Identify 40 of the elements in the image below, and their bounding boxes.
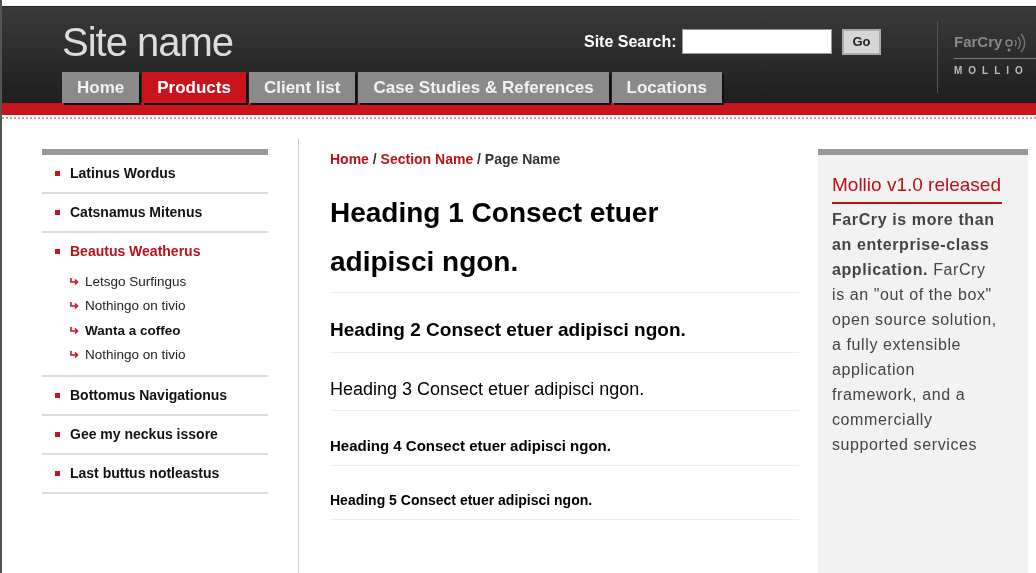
bullet-icon [55, 171, 60, 176]
breadcrumb-current: Page Name [484, 151, 561, 167]
heading: Heading 4 Consect etuer adipisci ngon. [330, 411, 799, 467]
sidebar-subitem[interactable]: Nothingo on tivio [70, 342, 268, 367]
go-button[interactable]: Go [842, 29, 881, 55]
heading: Heading 2 Consect etuer adipisci ngon. [330, 293, 799, 353]
sidebar-subitem[interactable]: Letsgo Surfingus [70, 270, 268, 295]
arrow-icon [70, 350, 79, 359]
site-name: Site name [62, 22, 234, 62]
sidebar-subitem[interactable]: Nothingo on tivio [70, 294, 268, 319]
nav-tab[interactable]: Products [142, 71, 246, 103]
heading: Heading 3 Consect etuer adipisci ngon. [330, 352, 799, 412]
news-title: Mollio v1.0 released [832, 169, 1002, 204]
logo-subtext: MOLLIO [954, 63, 1030, 78]
news-text: FarCry is more than an enterprise-class application. FarCry is an "out of the box" open source solution, a fully extensible application framework, and a commercially supported services [832, 210, 998, 455]
arrow-icon [70, 326, 79, 335]
signal-icon [1004, 31, 1027, 54]
bullet-icon [55, 471, 60, 476]
arrow-icon [70, 302, 79, 311]
breadcrumb-separator: / [476, 151, 482, 167]
breadcrumb-link[interactable]: Section Name [380, 151, 474, 167]
sidebar-subitem[interactable]: Wanta a coffeo [70, 318, 268, 343]
bullet-icon [55, 393, 60, 398]
breadcrumb-link[interactable]: Home [330, 151, 369, 167]
bullet-icon [55, 210, 60, 215]
arrow-icon [70, 278, 79, 287]
search-label: Site Search: [584, 31, 677, 52]
sidebar-item[interactable]: Gee my neckus issore [42, 416, 268, 455]
heading: Heading 1 Consect etuer adipisci ngon. [330, 170, 799, 293]
bullet-icon [55, 249, 60, 254]
sidebar-item[interactable]: Latinus Wordus [42, 155, 268, 194]
search-field[interactable] [682, 29, 833, 55]
sidebar-item[interactable]: Beautus Weatherus [42, 233, 268, 270]
breadcrumb-separator: / [371, 151, 378, 167]
heading: Heading 5 Consect etuer adipisci ngon. [330, 466, 799, 521]
bullet-icon [55, 432, 60, 437]
sidebar-item[interactable]: Last buttus notleastus [42, 455, 268, 494]
sidebar-item[interactable]: Bottomus Navigationus [42, 377, 268, 416]
logo-text: FarCry [954, 32, 1003, 52]
sidebar-item[interactable]: Catsnamus Mitenus [42, 194, 268, 233]
